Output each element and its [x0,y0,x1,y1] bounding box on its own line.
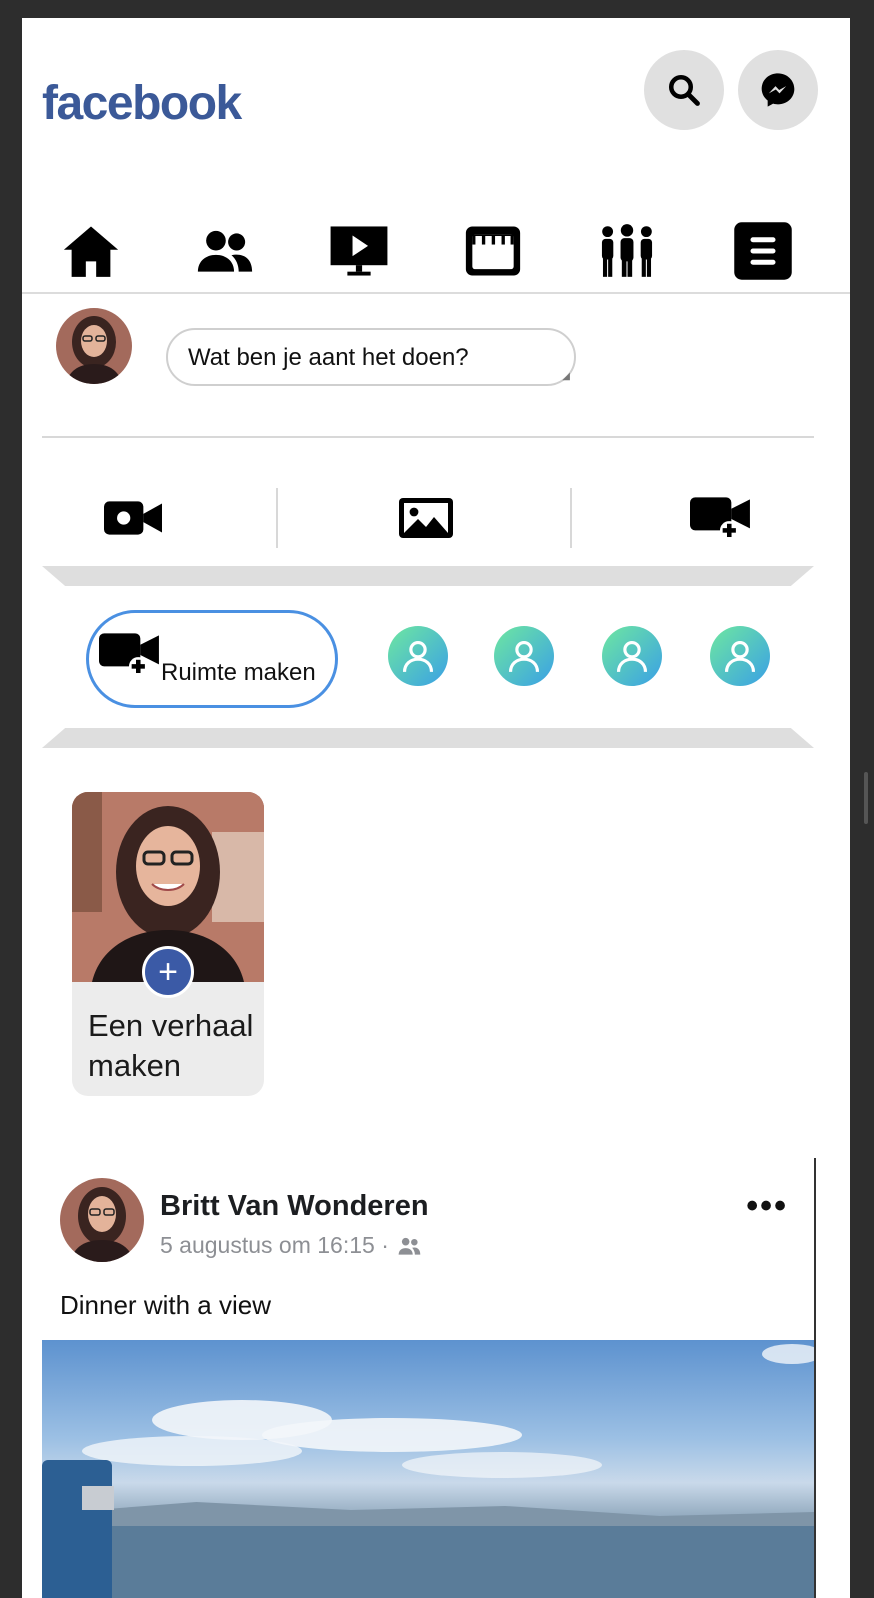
room-friend-avatar[interactable] [710,626,770,686]
resize-grip-icon[interactable]: ◢ [562,371,570,382]
post-text: Dinner with a view [60,1290,271,1320]
post-options-button[interactable]: ••• [746,1189,788,1223]
room-friend-avatar[interactable] [602,626,662,686]
nav-menu[interactable] [732,220,794,282]
status-input[interactable]: Wat ben je aant het doen? ◢ [166,328,576,386]
video-screen-icon [330,226,388,276]
nav-marketplace[interactable] [462,220,524,282]
composer-divider [42,436,814,438]
user-icon [402,640,434,672]
search-button[interactable] [644,50,724,130]
friends-icon [197,230,253,272]
menu-icon [734,222,792,280]
user-icon [508,640,540,672]
mobile-screen: facebook Wat ben je aant het doen? ◢ Rui… [22,18,854,1598]
room-friend-avatar[interactable] [494,626,554,686]
create-room-button[interactable]: Ruimte maken [86,610,338,708]
post-timestamp[interactable]: 5 augustus om 16:15 · [160,1232,389,1259]
section-separator [42,566,814,586]
create-room-label: Ruimte maken [161,659,316,686]
nav-friends[interactable] [194,220,256,282]
store-icon [465,226,521,276]
action-separator [570,488,572,548]
create-story-label: Een verhaal maken [88,1008,254,1083]
video-plus-icon [99,633,159,676]
video-camera-icon [104,501,162,535]
video-plus-icon [690,497,750,540]
messenger-button[interactable] [738,50,818,130]
nav-groups[interactable] [596,220,658,282]
groups-icon [601,224,653,277]
user-icon [724,640,756,672]
live-video-button[interactable] [88,480,178,556]
action-separator [276,488,278,548]
home-icon [63,226,119,277]
main-nav [22,198,854,294]
feed-post: Britt Van Wonderen 5 augustus om 16:15 ·… [42,1158,816,1598]
user-icon [616,640,648,672]
section-separator [42,728,814,748]
create-story-card[interactable]: + Een verhaal maken [72,792,264,1096]
search-icon [669,75,700,106]
post-meta: 5 augustus om 16:15 · [160,1232,423,1259]
create-room-action-button[interactable] [678,480,764,556]
image-icon [399,498,453,538]
post-photo[interactable] [42,1340,814,1598]
status-input-placeholder: Wat ben je aant het doen? [188,344,469,371]
friends-small-icon [398,1237,421,1255]
window-scrollbar[interactable] [864,772,868,824]
room-friend-avatar[interactable] [388,626,448,686]
user-avatar[interactable] [56,308,132,384]
facebook-logo[interactable]: facebook [42,76,242,131]
nav-home[interactable] [60,220,122,282]
post-author-name[interactable]: Britt Van Wonderen [160,1190,429,1223]
nav-watch[interactable] [328,220,390,282]
add-story-button[interactable]: + [142,946,194,998]
messenger-icon [761,73,795,107]
post-author-avatar[interactable] [60,1178,144,1262]
photo-button[interactable] [380,480,472,556]
